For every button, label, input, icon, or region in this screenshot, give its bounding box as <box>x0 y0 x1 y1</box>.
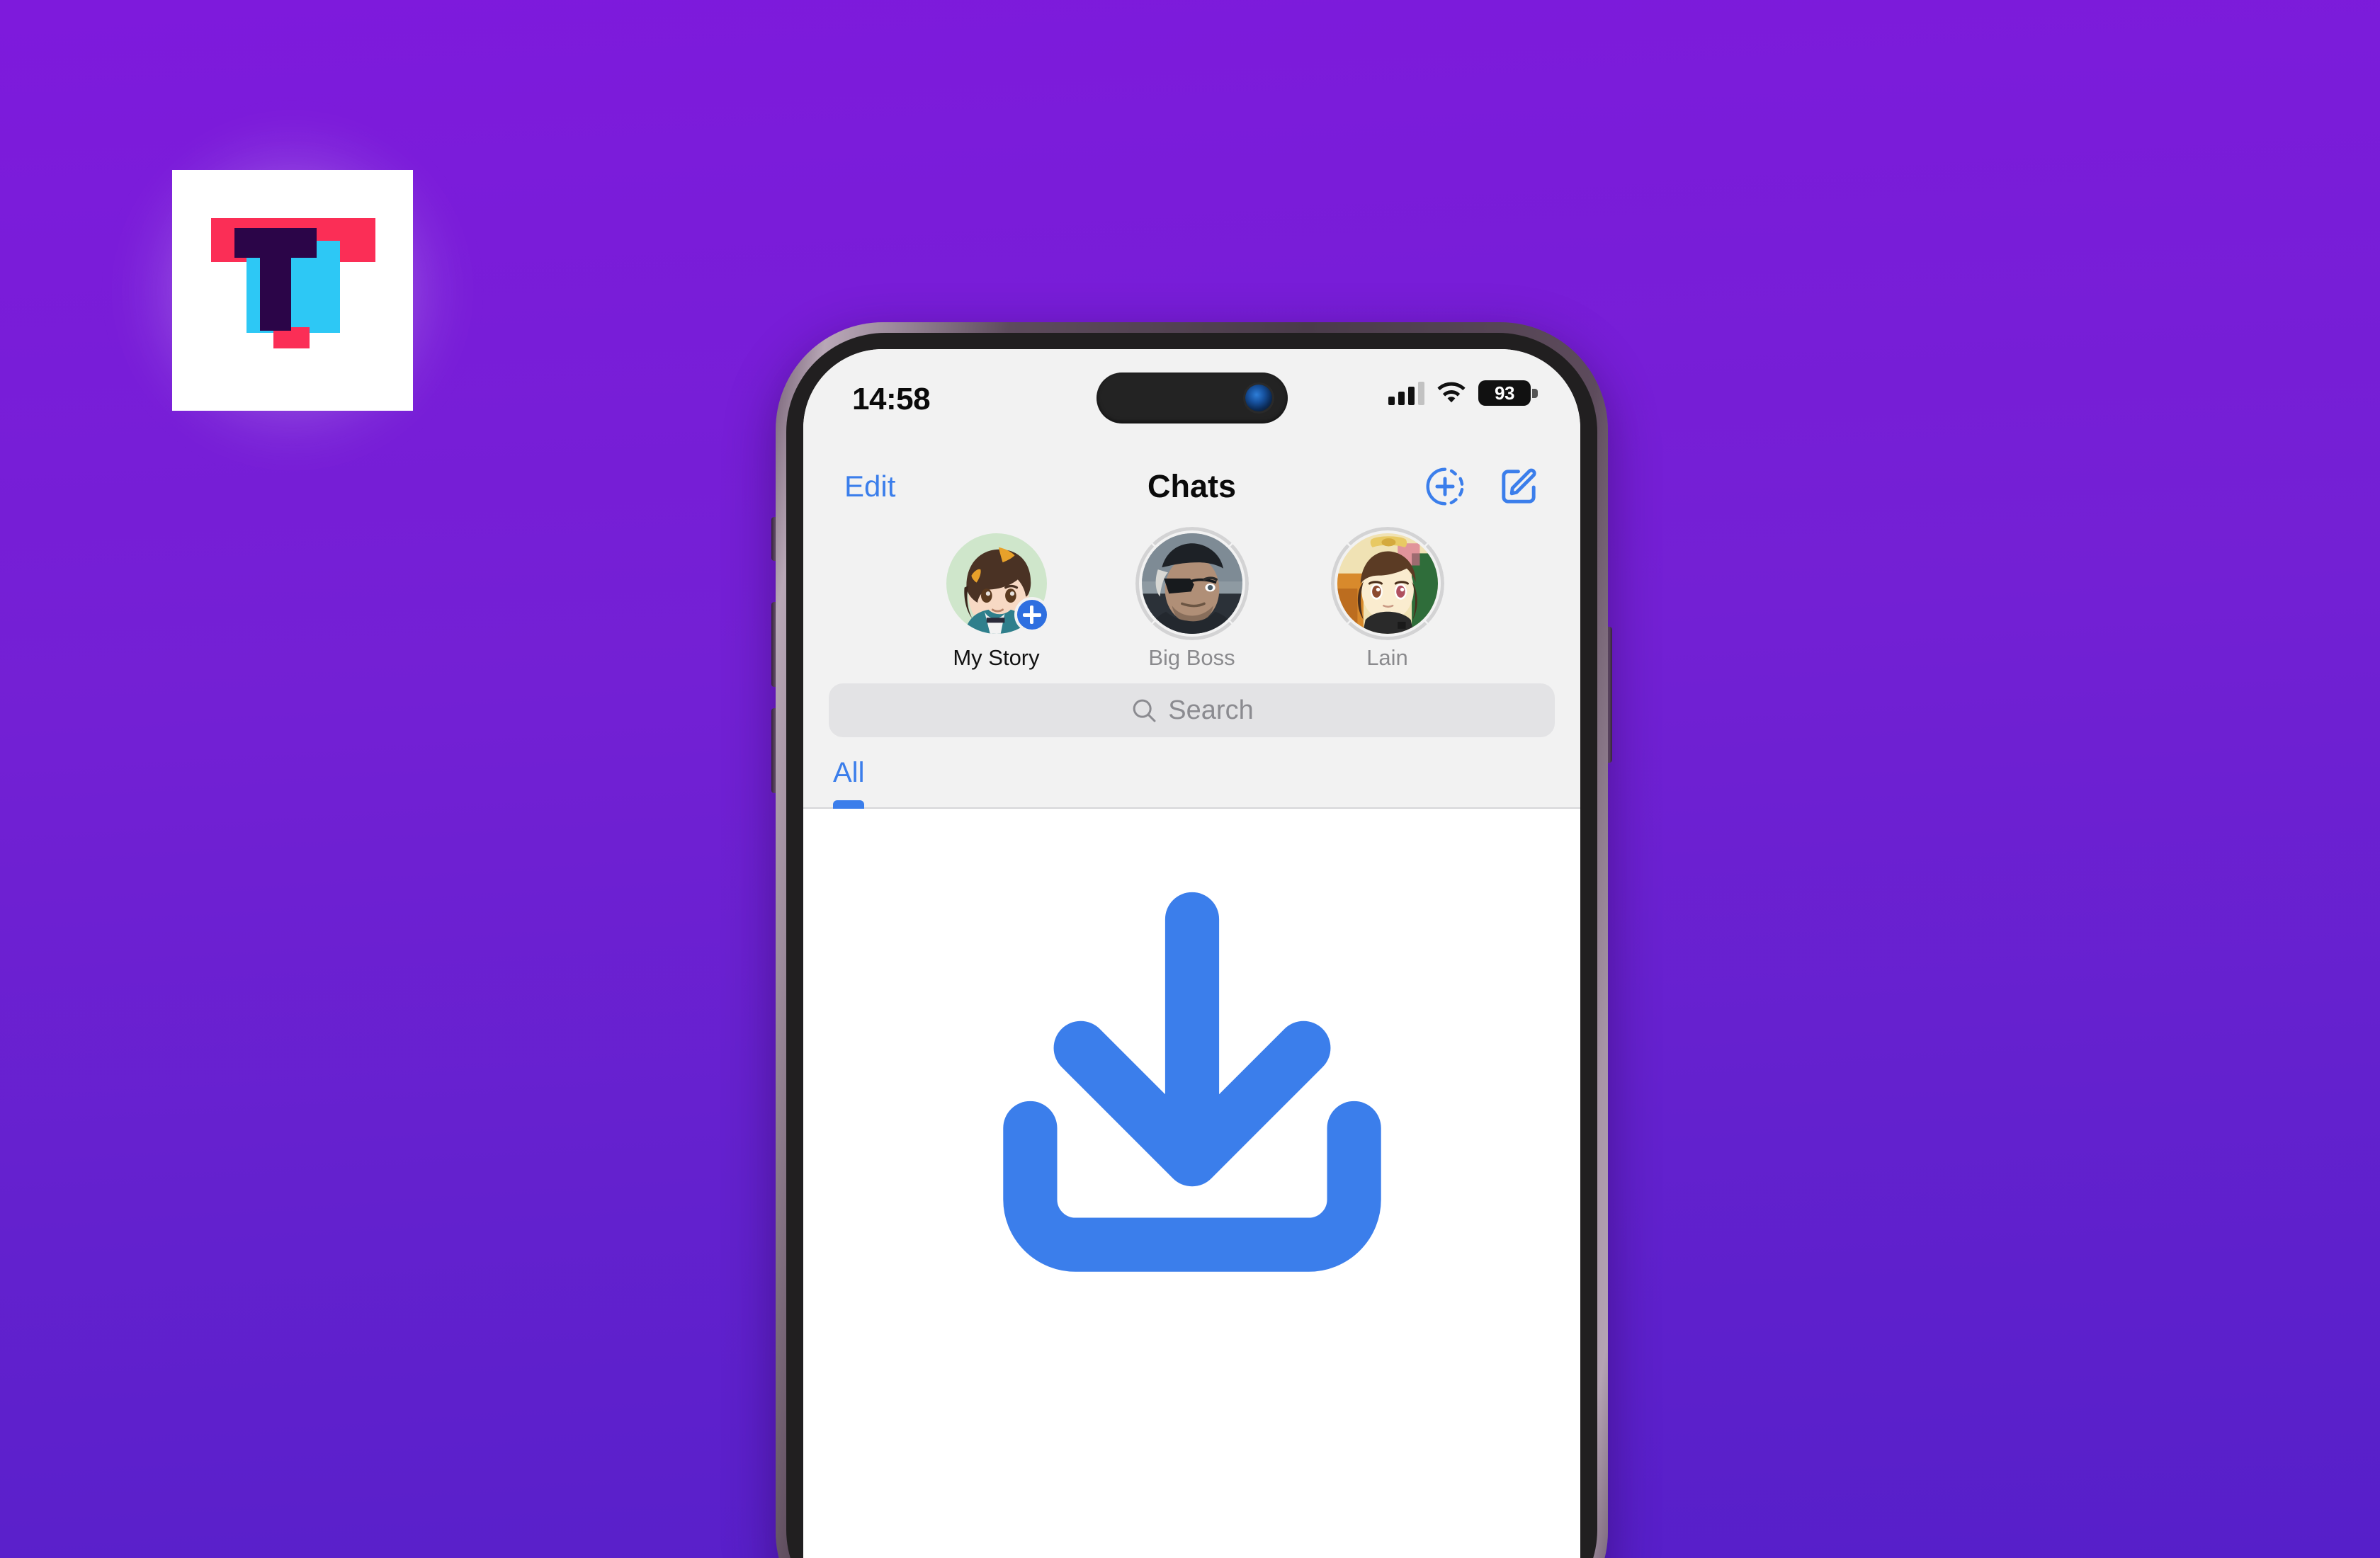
cellular-signal-icon <box>1388 381 1424 405</box>
nav-actions <box>1423 465 1541 508</box>
wifi-icon <box>1437 382 1466 403</box>
stories-row: My Story Big Boss Lain <box>803 525 1580 678</box>
add-story-badge[interactable] <box>1014 597 1050 632</box>
search-section: Search <box>803 678 1580 737</box>
edit-button[interactable]: Edit <box>844 470 895 504</box>
tab-all[interactable]: All <box>833 757 865 809</box>
phone-mockup: 14:58 93 Edit Chats My Story Big Boss La… <box>771 322 1612 1558</box>
page-background: 14:58 93 Edit Chats My Story Big Boss La… <box>0 0 2380 1558</box>
story-item-my-story[interactable]: My Story <box>922 533 1071 671</box>
logo-card <box>172 170 413 411</box>
front-camera-icon <box>1245 385 1272 411</box>
filter-tabs: All <box>803 737 1580 809</box>
app-logo <box>123 120 463 460</box>
story-item-lain[interactable]: Lain <box>1313 533 1462 671</box>
logo-letter-t-stem <box>260 228 291 331</box>
status-bar: 14:58 93 <box>803 349 1580 448</box>
status-time: 14:58 <box>852 382 931 416</box>
search-icon <box>1133 699 1156 722</box>
search-placeholder: Search <box>1168 695 1254 725</box>
page-title: Chats <box>1147 468 1237 504</box>
status-indicators: 93 <box>1388 380 1538 406</box>
chat-list-area <box>803 809 1580 1347</box>
story-ring <box>946 533 1050 634</box>
story-ring <box>1337 533 1438 634</box>
story-item-big-boss[interactable]: Big Boss <box>1118 533 1266 671</box>
tab-label: All <box>833 757 865 788</box>
plus-dashed-circle-icon[interactable] <box>1423 465 1467 508</box>
tab-selected-indicator <box>833 800 865 809</box>
story-label: My Story <box>953 645 1040 670</box>
dynamic-island <box>1096 373 1288 423</box>
battery-icon: 93 <box>1478 380 1538 406</box>
compose-pencil-icon[interactable] <box>1497 465 1541 508</box>
story-label: Lain <box>1366 645 1408 670</box>
search-input[interactable]: Search <box>829 683 1555 737</box>
avatar <box>1337 533 1438 634</box>
story-label: Big Boss <box>1148 645 1235 670</box>
phone-screen: 14:58 93 Edit Chats My Story Big Boss La… <box>803 349 1580 1558</box>
battery-percent-label: 93 <box>1495 382 1514 404</box>
download-icon[interactable] <box>983 874 1401 1292</box>
navigation-bar: Edit Chats <box>803 448 1580 525</box>
story-ring <box>1141 533 1242 634</box>
avatar <box>1141 533 1242 634</box>
